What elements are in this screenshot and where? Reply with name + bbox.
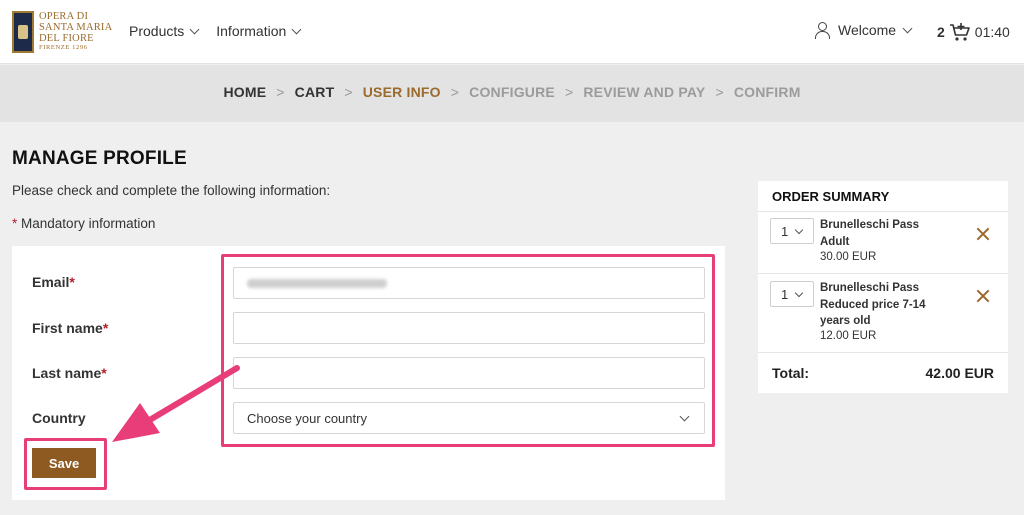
welcome-label: Welcome (838, 22, 897, 38)
checkout-steps: HOME > CART > USER INFO > CONFIGURE > REVIEW AND… (0, 84, 1024, 100)
chevron-down-icon (291, 24, 302, 34)
step-configure: CONFIGURE (469, 84, 555, 100)
last-name-label-text: Last name (32, 365, 102, 381)
item-quantity-select[interactable]: 1 (770, 218, 814, 244)
required-mark: * (102, 320, 109, 336)
item-quantity-select[interactable]: 1 (770, 281, 814, 307)
step-review-and-pay: REVIEW AND PAY (583, 84, 706, 100)
item-quantity: 1 (781, 286, 789, 302)
nav-products[interactable]: Products (129, 23, 200, 39)
divider (758, 273, 1008, 274)
divider (758, 352, 1008, 353)
required-mark: * (12, 216, 18, 231)
step-home[interactable]: HOME (223, 84, 266, 100)
step-separator: > (564, 84, 574, 100)
divider (758, 211, 1008, 212)
order-summary-title: ORDER SUMMARY (772, 189, 890, 204)
cart-count: 2 (937, 24, 945, 40)
page-title: MANAGE PROFILE (12, 148, 187, 169)
last-name-label: Last name* (32, 365, 107, 381)
item-name: Brunelleschi Pass Reduced price 7-14 yea… (820, 282, 926, 327)
logo-line: SANTA MARIA (39, 21, 113, 33)
page-intro: Please check and complete the following … (12, 183, 331, 198)
first-name-label-text: First name (32, 320, 103, 336)
step-separator: > (276, 84, 285, 100)
step-cart[interactable]: CART (295, 84, 335, 100)
cart-icon[interactable] (949, 22, 971, 42)
item-name: Brunelleschi Pass Adult (820, 219, 920, 248)
total-value: 42.00 EUR (925, 365, 994, 381)
user-icon (814, 21, 830, 39)
main-nav: Products Information (129, 23, 302, 39)
item-quantity: 1 (781, 223, 789, 239)
chevron-down-icon (794, 225, 804, 234)
nav-information-label: Information (216, 23, 287, 39)
required-mark: * (69, 274, 75, 290)
remove-item-icon[interactable] (976, 227, 990, 241)
step-separator: > (450, 84, 460, 100)
save-highlight (24, 438, 107, 490)
step-separator: > (715, 84, 724, 100)
nav-products-label: Products (129, 23, 185, 39)
nav-information[interactable]: Information (216, 23, 302, 39)
fields-highlight (221, 254, 715, 447)
logo-emblem-icon (12, 11, 34, 53)
chevron-down-icon (794, 288, 804, 297)
remove-item-icon[interactable] (976, 289, 990, 303)
step-confirm: CONFIRM (733, 84, 801, 100)
logo-subtitle: FIRENZE 1296 (39, 44, 88, 52)
first-name-label: First name* (32, 320, 108, 336)
item-price: 30.00 EUR (820, 251, 877, 263)
chevron-down-icon (189, 24, 200, 34)
mandatory-note-text: Mandatory information (21, 216, 156, 231)
site-header: OPERA DI SANTA MARIA DEL FIORE FIRENZE 1… (0, 0, 1024, 64)
step-separator: > (344, 84, 353, 100)
required-mark: * (101, 365, 107, 381)
mandatory-note: * Mandatory information (12, 216, 155, 231)
session-timer: 01:40 (974, 24, 1010, 40)
country-label: Country (32, 410, 86, 426)
site-logo[interactable]: OPERA DI SANTA MARIA DEL FIORE FIRENZE 1… (12, 10, 112, 54)
cart-widget: 2 01:40 (937, 22, 1010, 42)
order-summary: ORDER SUMMARY 1 Brunelleschi Pass Adult … (758, 181, 1008, 393)
logo-text: OPERA DI SANTA MARIA DEL FIORE FIRENZE 1… (39, 11, 113, 52)
item-price: 12.00 EUR (820, 330, 877, 342)
email-label-text: Email (32, 274, 70, 290)
step-user-info: USER INFO (362, 84, 441, 100)
email-label: Email* (32, 274, 75, 290)
account-menu[interactable]: Welcome (814, 21, 913, 39)
logo-line: DEL FIORE (39, 32, 94, 44)
chevron-down-icon (902, 23, 913, 33)
total-label: Total: (772, 365, 810, 381)
